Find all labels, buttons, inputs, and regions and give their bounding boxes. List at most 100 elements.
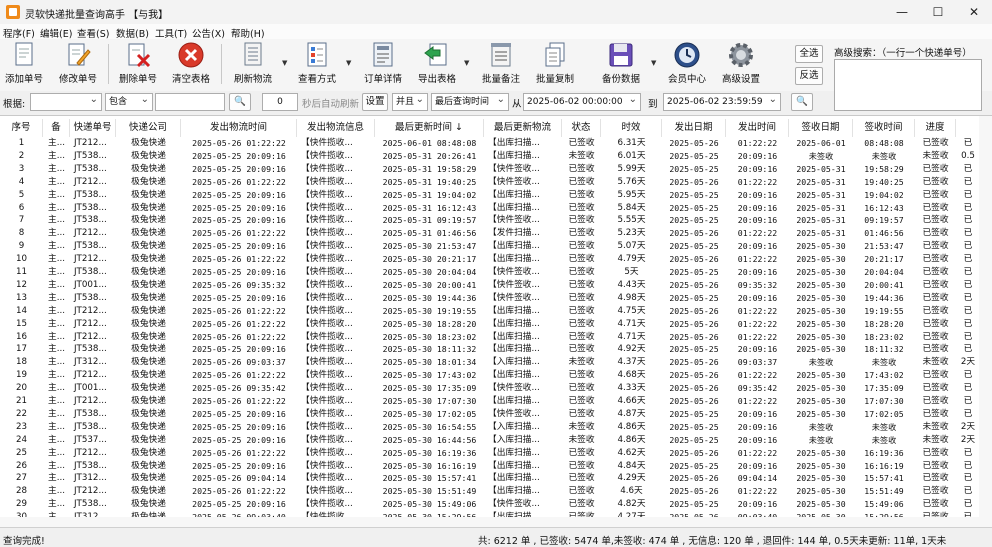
header-col-note[interactable]: 备 [43, 119, 70, 137]
table-row[interactable]: 9 主... JT538... 极兔快递 2025-05-25 20:09:16 【快件揽… [0, 240, 992, 253]
table-row[interactable]: 11 主... JT538... 极兔快递 2025-05-25 20:09:16 【快件… [0, 266, 992, 279]
table-row[interactable]: 18 主... JT312... 极兔快递 2025-05-26 09:03:37 【快件… [0, 356, 992, 369]
table-row[interactable]: 21 主... JT212... 极兔快递 2025-05-26 01:22:22 【快件… [0, 395, 992, 408]
edit-number-button[interactable]: 修改单号 [56, 41, 100, 89]
table-row[interactable]: 26 主... JT538... 极兔快递 2025-05-25 20:09:16 【快件… [0, 460, 992, 473]
table-row[interactable]: 7 主... JT538... 极兔快递 2025-05-25 20:09:16 【快件揽… [0, 214, 992, 227]
refresh-interval-input[interactable]: 0 [262, 93, 298, 111]
table-row[interactable]: 2 主... JT538... 极兔快递 2025-05-25 20:09:16 【快件揽… [0, 150, 992, 163]
settings-button[interactable]: 设置 [362, 93, 388, 111]
menu-tools[interactable]: 工具(T) [155, 26, 187, 40]
table-row[interactable]: 20 主... JT001... 极兔快递 2025-05-26 09:35:42 【快件… [0, 382, 992, 395]
from-datetime-picker[interactable]: 2025-06-02 00:00:00 [523, 93, 641, 111]
select-all-button[interactable]: 全选 [795, 45, 823, 63]
member-center-button[interactable]: 会员中心 [664, 41, 710, 89]
menu-program[interactable]: 程序(F) [3, 26, 35, 40]
table-row[interactable]: 24 主... JT537... 极兔快递 2025-05-25 20:09:16 【快件… [0, 434, 992, 447]
menu-edit[interactable]: 编辑(E) [40, 26, 72, 40]
header-col-last-logistics[interactable]: 最后更新物流 [484, 119, 562, 137]
cell-col-index: 26 [15, 460, 28, 471]
menu-notice[interactable]: 公告(X) [192, 26, 225, 40]
maximize-button[interactable]: ☐ [920, 0, 956, 24]
header-col-last-update[interactable]: 最后更新时间 ↓ [375, 119, 484, 137]
date-field-select[interactable]: 最后查询时间 [431, 93, 509, 111]
export-dropdown-arrow[interactable]: ▼ [464, 59, 469, 67]
vertical-scrollbar[interactable] [979, 116, 992, 527]
minimize-button[interactable]: — [884, 0, 920, 24]
view-dropdown-arrow[interactable]: ▼ [346, 59, 351, 67]
cell-col-note: 主... [48, 138, 65, 148]
cell-col-status: 已签收 [568, 460, 595, 471]
header-col-progress[interactable]: 进度 [915, 119, 956, 137]
table-row[interactable]: 29 主... JT538... 极兔快递 2025-05-25 20:09:16 【快件… [0, 498, 992, 511]
header-col-tracking-no[interactable]: 快递单号 [70, 119, 116, 137]
cell-col-duration: 4.71天 [617, 318, 646, 329]
header-col-send-clock[interactable]: 发出时间 [726, 119, 789, 137]
batch-note-button[interactable]: 批量备注 [478, 41, 524, 89]
batch-copy-button[interactable]: 批量复制 [532, 41, 578, 89]
order-detail-button[interactable]: 订单详情 [360, 41, 406, 89]
header-col-sign-date[interactable]: 签收日期 [789, 119, 853, 137]
filter-keyword-input[interactable] [155, 93, 225, 111]
menu-data[interactable]: 数据(B) [116, 26, 149, 40]
advanced-search-textarea[interactable] [834, 59, 982, 111]
table-row[interactable]: 19 主... JT212... 极兔快递 2025-05-26 01:22:22 【快件… [0, 369, 992, 382]
view-mode-button[interactable]: 查看方式 [294, 41, 340, 89]
export-table-button[interactable]: 导出表格 [414, 41, 460, 89]
cell-col-extra: 0.5 [961, 150, 975, 161]
header-col-send-time[interactable]: 发出物流时间 [181, 119, 297, 137]
header-col-send-date[interactable]: 发出日期 [662, 119, 726, 137]
cell-col-send-clock: 01:22:22 [737, 176, 778, 187]
refresh-logistics-button[interactable]: 刷新物流 [230, 41, 276, 89]
backup-data-button[interactable]: 备份数据 [598, 41, 644, 89]
table-row[interactable]: 23 主... JT538... 极兔快递 2025-05-25 20:09:16 【快件… [0, 421, 992, 434]
to-datetime-picker[interactable]: 2025-06-02 23:59:59 [663, 93, 781, 111]
header-col-company[interactable]: 快递公司 [116, 119, 181, 137]
table-row[interactable]: 16 主... JT212... 极兔快递 2025-05-26 01:22:22 【快件… [0, 331, 992, 344]
cell-col-progress: 已签收 [922, 473, 949, 484]
cell-col-send-clock: 01:22:22 [737, 447, 778, 458]
filter-field-select[interactable] [30, 93, 102, 111]
cell-col-last-logistics: 【快件签收... [488, 383, 540, 394]
table-row[interactable]: 13 主... JT538... 极兔快递 2025-05-25 20:09:16 【快件… [0, 292, 992, 305]
table-row[interactable]: 27 主... JT312... 极兔快递 2025-05-26 09:04:14 【快件… [0, 472, 992, 485]
header-col-duration[interactable]: 时效 [601, 119, 662, 137]
table-row[interactable]: 4 主... JT212... 极兔快递 2025-05-26 01:22:22 【快件揽… [0, 176, 992, 189]
delete-number-button[interactable]: 删除单号 [116, 41, 160, 89]
close-button[interactable]: ✕ [956, 0, 992, 24]
menu-view[interactable]: 查看(S) [77, 26, 109, 40]
table-row[interactable]: 10 主... JT212... 极兔快递 2025-05-26 01:22:22 【快件… [0, 253, 992, 266]
table-row[interactable]: 22 主... JT538... 极兔快递 2025-05-25 20:09:16 【快件… [0, 408, 992, 421]
header-col-send-info[interactable]: 发出物流信息 [297, 119, 375, 137]
table-row[interactable]: 28 主... JT212... 极兔快递 2025-05-26 01:22:22 【快件… [0, 485, 992, 498]
backup-dropdown-arrow[interactable]: ▼ [651, 59, 656, 67]
cell-col-last-logistics: 【出库扫描... [488, 305, 540, 316]
date-search-button[interactable]: 🔍 [791, 93, 813, 111]
table-row[interactable]: 6 主... JT538... 极兔快递 2025-05-25 20:09:16 【快件揽… [0, 202, 992, 215]
search-button[interactable]: 🔍 [229, 93, 251, 111]
advanced-settings-button[interactable]: 高级设置 [718, 41, 764, 89]
table-row[interactable]: 17 主... JT538... 极兔快递 2025-05-25 20:09:16 【快件… [0, 343, 992, 356]
header-col-sign-clock[interactable]: 签收时间 [853, 119, 915, 137]
invert-select-button[interactable]: 反选 [795, 67, 823, 85]
refresh-dropdown-arrow[interactable]: ▼ [282, 59, 287, 67]
logic-select[interactable]: 并且 [392, 93, 428, 111]
add-number-button[interactable]: 添加单号 [2, 41, 46, 89]
header-col-status[interactable]: 状态 [562, 119, 601, 137]
horizontal-scrollbar[interactable] [0, 517, 979, 527]
clear-table-button[interactable]: 清空表格 [168, 41, 214, 89]
table-row[interactable]: 8 主... JT212... 极兔快递 2025-05-26 01:22:22 【快件揽… [0, 227, 992, 240]
table-row[interactable]: 5 主... JT538... 极兔快递 2025-05-25 20:09:16 【快件揽… [0, 189, 992, 202]
menu-help[interactable]: 帮助(H) [231, 26, 265, 40]
header-col-extra[interactable] [956, 119, 980, 137]
cell-col-duration: 4.75天 [617, 305, 646, 316]
results-table[interactable]: 序号备快递单号 快递公司 发出物流时间 发出物流信息 最后更新时间 ↓ 最后更新物流 状态时… [0, 115, 992, 527]
table-row[interactable]: 12 主... JT001... 极兔快递 2025-05-26 09:35:32 【快件… [0, 279, 992, 292]
header-col-index[interactable]: 序号 [0, 119, 43, 137]
table-row[interactable]: 15 主... JT212... 极兔快递 2025-05-26 01:22:22 【快件… [0, 318, 992, 331]
table-row[interactable]: 25 主... JT212... 极兔快递 2025-05-26 01:22:22 【快件… [0, 447, 992, 460]
table-row[interactable]: 1 主... JT212... 极兔快递 2025-05-26 01:22:22 【快件揽… [0, 137, 992, 150]
table-row[interactable]: 14 主... JT212... 极兔快递 2025-05-26 01:22:22 【快件… [0, 305, 992, 318]
filter-operator-select[interactable]: 包含 [105, 93, 153, 111]
table-row[interactable]: 3 主... JT538... 极兔快递 2025-05-25 20:09:16 【快件揽… [0, 163, 992, 176]
